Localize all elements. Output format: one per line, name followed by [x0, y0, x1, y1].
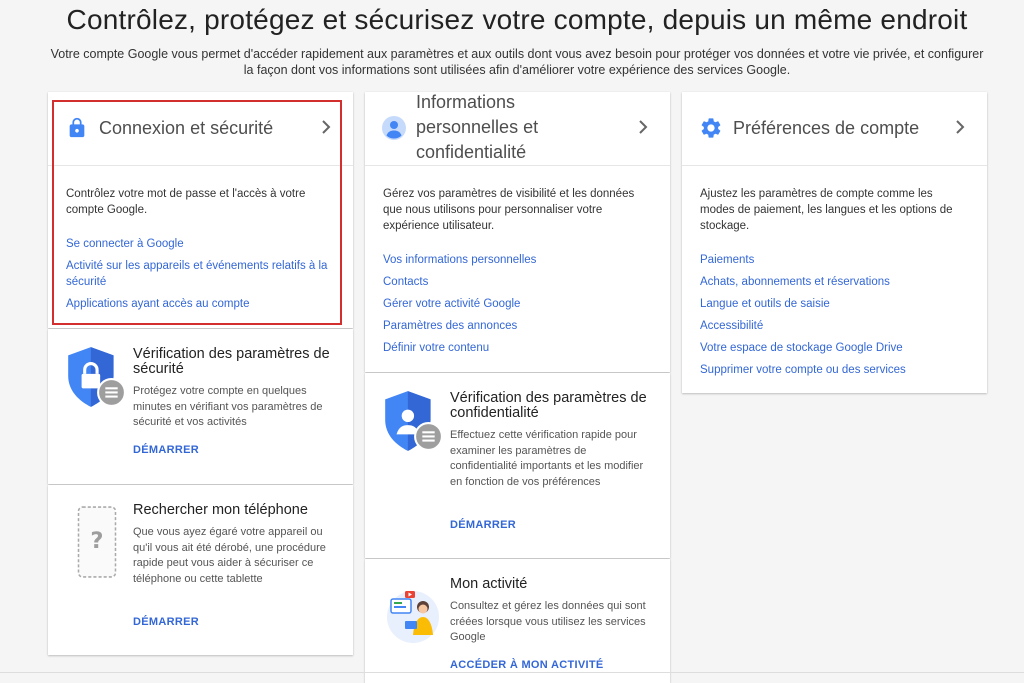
chevron-right-icon[interactable]	[955, 119, 965, 135]
svg-text:?: ?	[90, 528, 103, 554]
link-payments[interactable]: Paiements	[700, 252, 969, 268]
privacy-checkup-start-button[interactable]: DÉMARRER	[450, 519, 516, 531]
link-define-content[interactable]: Définir votre contenu	[383, 340, 652, 356]
chevron-right-icon[interactable]	[638, 119, 648, 135]
page-title: Contrôlez, protégez et sécurisez votre c…	[66, 4, 968, 35]
find-phone-title: Rechercher mon téléphone	[133, 502, 308, 518]
page-intro: Votre compte Google vous permet d'accéde…	[40, 46, 994, 78]
activity-illustration-icon	[387, 591, 439, 643]
privacy-checkup-title: Vérification des paramètres de confident…	[450, 390, 647, 421]
privacy-card-header[interactable]: Informations personnelles et confidentia…	[365, 92, 670, 166]
link-delete-account[interactable]: Supprimer votre compte ou des services	[700, 362, 969, 378]
preferences-card: Préférences de compte Ajustez les paramè…	[682, 92, 987, 393]
phone-question-icon: ?	[77, 506, 117, 578]
privacy-checkup-description: Effectuez cette vérification rapide pour…	[450, 429, 644, 488]
preferences-card-title: Préférences de compte	[733, 118, 920, 138]
page-intro-line-2: la façon dont vos informations sont util…	[243, 63, 791, 77]
bottom-divider	[0, 672, 1024, 673]
link-language[interactable]: Langue et outils de saisie	[700, 296, 969, 312]
shield-person-icon	[385, 391, 443, 451]
privacy-card-title: Informations personnelles et confidentia…	[416, 92, 539, 162]
find-phone-start-button[interactable]: DÉMARRER	[133, 616, 199, 628]
privacy-card-description: Gérez vos paramètres de visibilité et le…	[383, 188, 635, 232]
my-activity-open-button[interactable]: ACCÉDER À MON ACTIVITÉ	[450, 659, 603, 671]
shield-lock-icon	[68, 347, 126, 407]
person-icon	[382, 116, 406, 140]
preferences-card-description: Ajustez les paramètres de compte comme l…	[700, 188, 953, 232]
security-checkup-card: Vérification des paramètres de sécurité …	[48, 329, 353, 484]
link-ad-settings[interactable]: Paramètres des annonces	[383, 318, 652, 334]
preferences-card-header[interactable]: Préférences de compte	[682, 92, 987, 166]
my-activity-title: Mon activité	[450, 576, 528, 592]
link-manage-activity[interactable]: Gérer votre activité Google	[383, 296, 652, 312]
gear-icon	[701, 118, 721, 138]
link-purchases[interactable]: Achats, abonnements et réservations	[700, 274, 969, 290]
find-phone-card: ? Rechercher mon téléphone Que vous ayez…	[48, 485, 353, 655]
security-checkup-title: Vérification des paramètres de sécurité	[133, 346, 330, 377]
link-contacts[interactable]: Contacts	[383, 274, 652, 290]
link-drive-storage[interactable]: Votre espace de stockage Google Drive	[700, 340, 969, 356]
highlight-box	[52, 100, 342, 325]
my-activity-description: Consultez et gérez les données qui sont …	[450, 600, 646, 643]
privacy-card: Informations personnelles et confidentia…	[365, 92, 670, 372]
page-intro-line-1: Votre compte Google vous permet d'accéde…	[50, 47, 984, 61]
security-checkup-start-button[interactable]: DÉMARRER	[133, 444, 199, 456]
my-activity-card: Mon activité Consultez et gérez les donn…	[365, 559, 670, 683]
privacy-checkup-card: Vérification des paramètres de confident…	[365, 373, 670, 558]
link-accessibility[interactable]: Accessibilité	[700, 318, 969, 334]
link-personal-info[interactable]: Vos informations personnelles	[383, 252, 652, 268]
find-phone-description: Que vous ayez égaré votre appareil ou qu…	[133, 526, 326, 585]
security-checkup-description: Protégez votre compte en quelques minute…	[133, 385, 323, 428]
